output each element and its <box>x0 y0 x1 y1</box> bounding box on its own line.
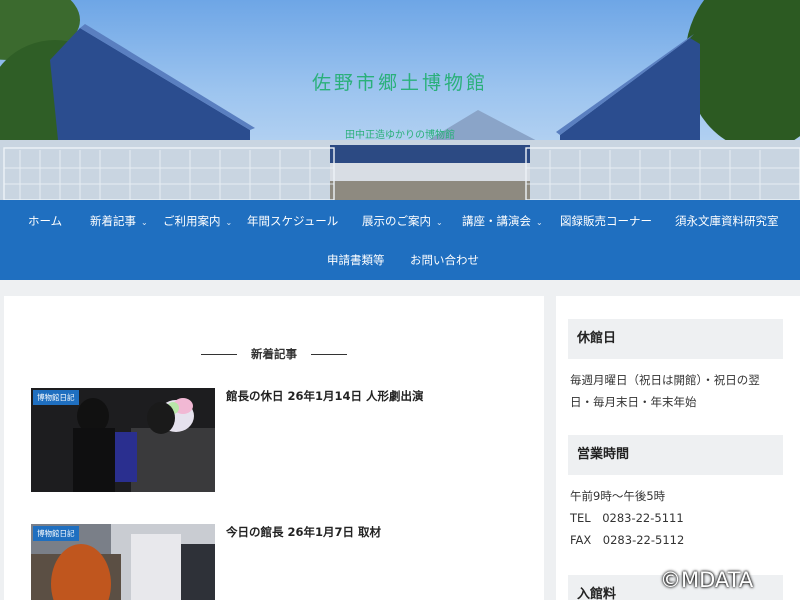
fax-line: FAX 0283-22-5112 <box>570 533 685 547</box>
closed-days-line: 日・毎月末日・年末年始 <box>570 395 697 409</box>
nav-item-exhibits[interactable]: 展示のご案内 ⌄ <box>362 213 443 229</box>
chevron-down-icon: ⌄ <box>225 218 233 227</box>
watermark: ©MDATA <box>660 568 754 592</box>
category-badge[interactable]: 博物館日記 <box>33 526 79 541</box>
sidebar: 休館日 毎週月曜日（祝日は開館）・祝日の翌 日・毎月末日・年末年始 営業時間 午… <box>556 296 800 600</box>
hours-line: 午前9時～午後5時 <box>570 489 666 503</box>
nav-item-catalog-shop[interactable]: 図録販売コーナー <box>560 213 652 229</box>
nav-item-schedule[interactable]: 年間スケジュール <box>247 213 338 229</box>
main-navigation: ホーム 新着記事 ⌄ ご利用案内 ⌄ 年間スケジュール 展示のご案内 ⌄ 講座・講演会… <box>0 200 800 280</box>
nav-item-guide[interactable]: ご利用案内 ⌄ <box>163 213 232 229</box>
hours-text: 午前9時～午後5時 TEL 0283-22-5111 FAX 0283-22-5… <box>570 485 784 551</box>
post-title[interactable]: 館長の休日 26年1月14日 人形劇出演 <box>226 388 424 404</box>
nav-item-contact[interactable]: お問い合わせ <box>410 252 479 268</box>
widget-title-closed-days: 休館日 <box>568 319 783 359</box>
hero-banner: 佐野市郷土博物館 田中正造ゆかりの博物館 <box>0 0 800 200</box>
chevron-down-icon: ⌄ <box>436 218 443 227</box>
closed-days-line: 毎週月曜日（祝日は開館）・祝日の翌 <box>570 373 760 387</box>
section-heading: 新着記事 <box>4 346 544 362</box>
museum-photo <box>0 0 800 200</box>
nav-item-sunaga-library[interactable]: 須永文庫資料研究室 <box>675 213 779 229</box>
post-card[interactable]: 博物館日記 館長の休日 26年1月14日 人形劇出演 <box>31 388 531 492</box>
widget-title-hours: 営業時間 <box>568 435 783 475</box>
divider <box>311 354 347 355</box>
nav-item-forms[interactable]: 申請書類等 <box>327 252 385 268</box>
phone-line: TEL 0283-22-5111 <box>570 511 684 525</box>
chevron-down-icon: ⌄ <box>536 218 543 227</box>
site-title[interactable]: 佐野市郷土博物館 <box>0 68 800 95</box>
post-thumbnail[interactable]: 博物館日記 <box>31 524 215 600</box>
main-content: 新着記事 博物館日記 館長の休日 26年1月14日 人形劇出演 博物館日記 今日… <box>4 296 544 600</box>
site-tagline: 田中正造ゆかりの博物館 <box>345 130 455 141</box>
closed-days-text: 毎週月曜日（祝日は開館）・祝日の翌 日・毎月末日・年末年始 <box>570 369 784 413</box>
category-badge[interactable]: 博物館日記 <box>33 390 79 405</box>
post-card[interactable]: 博物館日記 今日の館長 26年1月7日 取材 <box>31 524 531 600</box>
chevron-down-icon: ⌄ <box>141 218 148 227</box>
post-title[interactable]: 今日の館長 26年1月7日 取材 <box>226 524 381 540</box>
divider <box>201 354 237 355</box>
post-thumbnail[interactable]: 博物館日記 <box>31 388 215 492</box>
nav-item-lectures[interactable]: 講座・講演会 ⌄ <box>462 213 543 229</box>
nav-item-news[interactable]: 新着記事 ⌄ <box>90 213 148 229</box>
nav-item-home[interactable]: ホーム <box>28 213 62 229</box>
